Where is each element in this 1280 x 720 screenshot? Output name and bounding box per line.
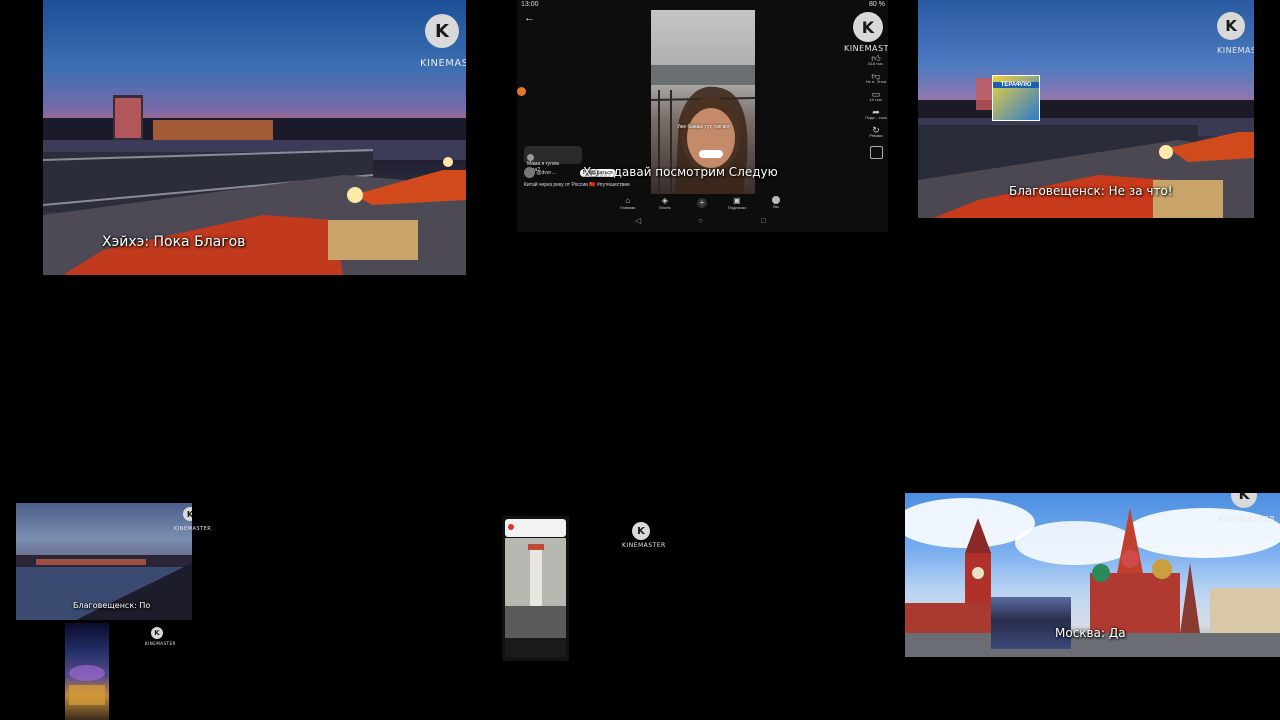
- video-description[interactable]: Китай через реку от России 🇨🇳 #путешеств…: [524, 182, 630, 188]
- kinemaster-wordmark: KINEMASTER: [1219, 515, 1276, 524]
- kinemaster-wordmark: KINEMASTER: [420, 58, 466, 69]
- status-battery: 80 %: [869, 1, 885, 8]
- bottom-nav: ⌂ Главная ◈ Shorts + ▣ Подписки Вы: [517, 196, 888, 216]
- subtitle-caption: Хэ… давай посмотрим Следую: [583, 165, 778, 179]
- medicine-box: ТЕРАФЛЮ: [992, 75, 1040, 121]
- kinemaster-watermark: K: [1210, 12, 1252, 40]
- small-phone-tower-top: [528, 544, 544, 550]
- kremlin-wall: [905, 603, 1000, 633]
- tiny-phone-scene: [69, 665, 105, 705]
- st-basil-dome-red: [1121, 550, 1139, 568]
- small-phone-nav: [505, 638, 566, 658]
- shorts-icon: ◈: [661, 196, 668, 205]
- tiny-phone-glow: [69, 665, 105, 681]
- spasskaya-clock: [972, 567, 984, 579]
- subtitle-caption: Благовещенск: По: [73, 601, 151, 610]
- nav-home[interactable]: ⌂ Главная: [620, 196, 635, 210]
- nav-subscriptions[interactable]: ▣ Подписки: [728, 196, 746, 210]
- moscow-cloud-2: [1015, 521, 1135, 565]
- you-icon: [772, 196, 780, 204]
- st-basil-dome-gold: [1152, 559, 1172, 579]
- video-tile-shorts: 13:00 80 % ← Уже бываю тут, так вот K KI…: [517, 0, 888, 232]
- kinemaster-logo-icon: K: [1217, 12, 1245, 40]
- subscriptions-icon: ▣: [733, 196, 741, 205]
- action-column: 👍︎ 618 тыс. 👎︎ Не н…нтся ▭ 14 тыс. ➦ Поде…ть…: [863, 54, 888, 159]
- st-basil-body: [1090, 573, 1180, 633]
- st-basil-bell-tower: [1180, 563, 1200, 633]
- kinemaster-watermark: K: [420, 14, 464, 48]
- kinemaster-wordmark: KINEMASTER: [1217, 46, 1254, 55]
- system-nav: ◁ ○ □: [517, 216, 888, 230]
- blago-lamp: [1159, 145, 1173, 159]
- kinemaster-watermark: K: [174, 507, 192, 521]
- system-back-icon[interactable]: ◁: [635, 216, 641, 225]
- subtitle-caption: Благовещенск: Не за что!: [1009, 184, 1173, 198]
- kinemaster-logo-icon: K: [1231, 493, 1257, 508]
- video-tile-moscow: K KINEMASTER Москва: Да: [905, 493, 1280, 657]
- video-tile-heihe: K KINEMASTER Хэйхэ: Пока Благов: [43, 0, 466, 275]
- small-phone-scene: [505, 538, 566, 658]
- video-tile-river: K Благовещенск: По: [16, 503, 192, 620]
- home-icon: ⌂: [625, 196, 631, 205]
- overlay-text: Уже бываю тут, так вот: [677, 124, 731, 130]
- back-arrow-icon[interactable]: ←: [524, 12, 535, 24]
- system-recents-icon[interactable]: □: [761, 216, 766, 225]
- record-dot-icon: [517, 87, 526, 96]
- kinemaster-wordmark: KINEMASTER: [174, 526, 212, 532]
- blago-skyline: [918, 100, 1254, 120]
- heihe-lamp: [347, 187, 363, 203]
- heihe-bench: [328, 220, 418, 260]
- subtitle-caption: Москва: Да: [1055, 626, 1126, 640]
- inset-river-image: [991, 597, 1071, 649]
- small-phone-ground: [505, 606, 566, 638]
- heihe-city-lights: [153, 120, 273, 140]
- kinemaster-logo-icon: K: [151, 627, 163, 639]
- scene-water: [651, 65, 755, 85]
- kinemaster-logo-icon: K: [183, 507, 192, 521]
- kinemaster-logo-icon: K: [632, 522, 650, 540]
- kinemaster-watermark: K KINEMASTER: [145, 627, 176, 646]
- gum-building: [1210, 588, 1280, 633]
- action-comment[interactable]: ▭ 14 тыс.: [863, 90, 888, 103]
- action-like[interactable]: 👍︎ 618 тыс.: [863, 54, 888, 67]
- action-share[interactable]: ➦ Поде…ться: [863, 108, 888, 121]
- channel-avatar[interactable]: [524, 167, 535, 178]
- river-city-lights: [36, 559, 146, 565]
- video-tile-blagoveshchensk: ТЕРАФЛЮ K KINEMASTER Благовещенск: Не за…: [918, 0, 1254, 218]
- sound-thumbnail-icon[interactable]: [869, 146, 883, 159]
- comment-bubble[interactable]: Мама я гуляю куда?: [524, 146, 582, 173]
- nav-shorts[interactable]: ◈ Shorts: [659, 196, 671, 210]
- kinemaster-watermark: K: [1230, 493, 1258, 508]
- video-tile-tiny-phone: [65, 623, 109, 720]
- subtitle-caption: Хэйхэ: Пока Благов: [102, 234, 246, 250]
- action-dislike[interactable]: 👎︎ Не н…нтся: [863, 72, 888, 85]
- plus-icon: +: [699, 198, 705, 207]
- status-time: 13:00: [521, 1, 539, 8]
- scene-smile: [699, 150, 723, 158]
- small-phone-tower: [530, 546, 542, 606]
- st-basil-dome-green: [1092, 564, 1110, 582]
- nav-create[interactable]: +: [697, 198, 707, 208]
- comment-avatar: [527, 154, 534, 161]
- tiny-phone-lights: [69, 685, 105, 705]
- nav-you[interactable]: Вы: [772, 196, 780, 209]
- kinemaster-logo-icon: K: [853, 12, 883, 42]
- kinemaster-logo-icon: K: [425, 14, 459, 48]
- kinemaster-watermark: K KINEMASTER: [844, 12, 888, 53]
- video-tile-small-phone: [502, 516, 569, 661]
- scene-face-skin: [687, 108, 735, 168]
- kinemaster-watermark: K KINEMASTER: [622, 522, 665, 549]
- action-remix[interactable]: ↻ Ремикс: [863, 126, 888, 139]
- heihe-lamp-far: [443, 157, 453, 167]
- channel-handle[interactable]: @dvor…: [536, 170, 556, 176]
- heihe-tower-lights: [115, 98, 141, 138]
- medicine-box-label: ТЕРАФЛЮ: [993, 82, 1039, 88]
- system-home-icon[interactable]: ○: [698, 216, 703, 225]
